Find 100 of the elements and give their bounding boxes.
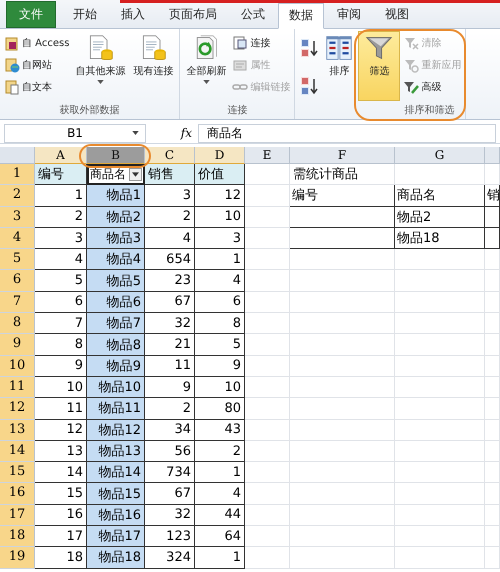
- table-cell: 734: [145, 462, 195, 484]
- ribbon-tab[interactable]: 数据: [278, 3, 324, 29]
- row-header[interactable]: 19: [0, 547, 35, 569]
- ribbon-tab[interactable]: 公式: [230, 2, 276, 28]
- ribbon-tab[interactable]: 页面布局: [158, 2, 228, 28]
- column-header[interactable]: A: [35, 147, 87, 164]
- column-header[interactable]: E: [245, 147, 290, 164]
- table-cell: 商品名: [395, 185, 485, 207]
- table-cell: 324: [145, 547, 195, 569]
- ribbon-button[interactable]: 高级: [402, 77, 462, 97]
- empty-cell: [245, 420, 290, 441]
- row-header[interactable]: 12: [0, 398, 35, 420]
- row-header[interactable]: 13: [0, 420, 35, 441]
- table-cell: 编号: [35, 164, 87, 186]
- empty-cell: [485, 376, 500, 398]
- row-header[interactable]: 3: [0, 206, 35, 228]
- empty-cell: [485, 420, 500, 441]
- table-cell: 物品5: [87, 270, 145, 292]
- name-box[interactable]: B1: [4, 124, 146, 142]
- table-cell: 56: [145, 440, 195, 462]
- row-header[interactable]: 5: [0, 249, 35, 270]
- ribbon-tab[interactable]: 插入: [110, 2, 156, 28]
- table-cell: 80: [195, 398, 245, 420]
- column-header[interactable]: C: [145, 147, 195, 164]
- empty-cell: [485, 334, 500, 356]
- empty-cell: [245, 504, 290, 526]
- ribbon-button[interactable]: 连接: [231, 33, 292, 53]
- column-header[interactable]: B: [87, 147, 145, 164]
- table-cell: 32: [145, 313, 195, 334]
- table-cell: 4: [145, 228, 195, 250]
- row-header[interactable]: 4: [0, 228, 35, 250]
- row-header[interactable]: 11: [0, 376, 35, 398]
- table-cell: 654: [145, 249, 195, 270]
- ribbon-button[interactable]: 自网站: [3, 55, 70, 75]
- row-header[interactable]: 10: [0, 356, 35, 377]
- table-cell: 6: [195, 292, 245, 314]
- table-cell: 2: [195, 440, 245, 462]
- row-header[interactable]: 14: [0, 440, 35, 462]
- empty-cell: [245, 185, 290, 207]
- column-header[interactable]: F: [290, 147, 395, 164]
- table-cell: 物品13: [87, 440, 145, 462]
- table-cell: 价值: [195, 164, 245, 186]
- empty-cell: [245, 398, 290, 420]
- ribbon-button[interactable]: 自其他来源: [72, 31, 128, 101]
- table-cell: 物品2: [395, 206, 485, 228]
- ribbon-button[interactable]: 排序: [322, 31, 356, 101]
- caret-icon: [132, 172, 139, 177]
- table-cell: 10: [195, 206, 245, 228]
- row-header[interactable]: 1: [0, 164, 35, 186]
- function-button[interactable]: fx: [152, 126, 192, 140]
- empty-cell: [485, 547, 500, 569]
- ribbon-tab[interactable]: 视图: [374, 2, 420, 28]
- empty-cell: [485, 462, 500, 484]
- table-cell: 商品名: [87, 164, 145, 186]
- filter-dropdown-button[interactable]: [129, 168, 142, 181]
- reapply-icon: [403, 57, 420, 73]
- empty-cell: [245, 483, 290, 505]
- row-header[interactable]: 17: [0, 504, 35, 526]
- row-header[interactable]: 6: [0, 270, 35, 292]
- group-title: 连接: [226, 104, 248, 118]
- ribbon-button[interactable]: 全部刷新: [183, 31, 230, 101]
- table-cell: 物品4: [87, 249, 145, 270]
- empty-cell: [245, 228, 290, 250]
- row-header[interactable]: 18: [0, 526, 35, 548]
- ribbon-tab[interactable]: 开始: [62, 2, 108, 28]
- ribbon-tab[interactable]: 审阅: [326, 2, 372, 28]
- column-header[interactable]: D: [195, 147, 245, 164]
- file-menu-button[interactable]: 文件: [6, 1, 56, 28]
- table-cell: 9: [145, 376, 195, 398]
- column-header[interactable]: G: [395, 147, 485, 164]
- row-header[interactable]: 7: [0, 292, 35, 314]
- table-cell: 物品2: [87, 206, 145, 228]
- table-cell: 9: [195, 356, 245, 377]
- row-header[interactable]: 9: [0, 334, 35, 356]
- filter-icon: [365, 34, 394, 62]
- empty-cell: [245, 547, 290, 569]
- table-cell: 物品9: [87, 356, 145, 377]
- table-cell: 8: [195, 313, 245, 334]
- table-cell: 21: [145, 334, 195, 356]
- formula-field[interactable]: 商品名: [198, 124, 496, 142]
- empty-cell: [485, 504, 500, 526]
- sort-ascending-icon: [299, 38, 320, 58]
- table-cell: 编号: [290, 185, 395, 207]
- row-header[interactable]: 16: [0, 483, 35, 505]
- empty-cell: [245, 526, 290, 548]
- row-header[interactable]: 8: [0, 313, 35, 334]
- row-header[interactable]: 15: [0, 462, 35, 484]
- clear-filter-icon: [403, 35, 420, 51]
- table-cell: 10: [195, 376, 245, 398]
- empty-cell: [245, 270, 290, 292]
- ribbon-button[interactable]: 筛选: [358, 31, 400, 101]
- table-cell: 物品10: [87, 376, 145, 398]
- document-icon: [4, 79, 20, 95]
- table-cell: 物品1: [87, 185, 145, 207]
- empty-cell: [485, 270, 500, 292]
- row-header[interactable]: 2: [0, 185, 35, 207]
- table-cell: 5: [195, 334, 245, 356]
- ribbon-button[interactable]: 自文本: [3, 77, 70, 97]
- ribbon-button[interactable]: 现有连接: [130, 31, 176, 101]
- ribbon-button[interactable]: 自 Access: [3, 33, 70, 53]
